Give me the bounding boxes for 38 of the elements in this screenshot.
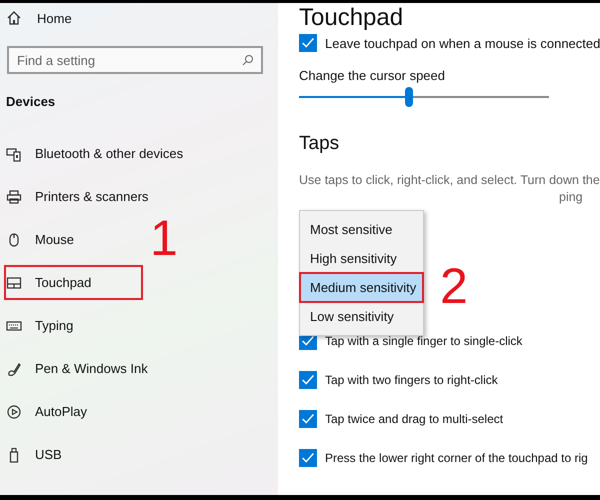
nav-item[interactable]: AutoPlay	[0, 390, 98, 433]
menu-option[interactable]: Low sensitivity	[300, 302, 423, 331]
nav-item[interactable]: Typing	[0, 304, 84, 347]
checkbox[interactable]	[299, 410, 317, 428]
description-text: ping	[558, 189, 583, 206]
checkbox-label: Tap with a single finger to single-click	[325, 334, 522, 348]
pen-icon	[6, 360, 22, 376]
search-field[interactable]: Find a setting	[7, 46, 263, 74]
section-heading: Taps	[299, 132, 340, 156]
bluetooth-icon	[6, 146, 22, 162]
checkbox-label: Tap with two fingers to right-click	[325, 372, 498, 386]
description-text: Use taps to click, right-click, and select. Turn down the	[299, 172, 600, 189]
checkbox[interactable]	[299, 34, 317, 52]
page-title: Touchpad	[299, 3, 404, 33]
slider-label: Change the cursor speed	[299, 67, 446, 85]
menu-option[interactable]: Most sensitive	[300, 215, 423, 244]
touchpad-icon	[6, 274, 22, 290]
nav-item[interactable]: Bluetooth & other devices	[0, 132, 194, 175]
home-link[interactable]: Home	[0, 3, 278, 33]
autoplay-icon	[6, 404, 22, 420]
nav-item[interactable]: Mouse	[0, 218, 84, 261]
nav-item[interactable]: Pen & Windows Ink	[0, 347, 158, 390]
menu-option[interactable]: Medium sensitivity	[300, 273, 423, 302]
search-icon	[242, 54, 254, 66]
checkbox-label: Tap twice and drag to multi-select	[325, 412, 504, 426]
printer-icon	[6, 188, 22, 204]
menu-option[interactable]: High sensitivity	[300, 244, 423, 273]
speed-slider[interactable]	[299, 87, 549, 107]
nav-item[interactable]: USB	[0, 433, 72, 476]
checkbox-label: Leave touchpad on when a mouse is connected	[325, 36, 600, 50]
checkbox[interactable]	[299, 370, 317, 388]
section-heading: Devices	[5, 93, 56, 111]
home-icon	[6, 10, 22, 26]
checkbox-label: Press the lower right corner of the touchpad to rig	[325, 450, 588, 464]
nav-item[interactable]: Touchpad	[0, 261, 147, 304]
callout-number: 2	[440, 261, 468, 311]
slider-thumb[interactable]	[405, 87, 413, 107]
checkbox[interactable]	[299, 448, 317, 466]
